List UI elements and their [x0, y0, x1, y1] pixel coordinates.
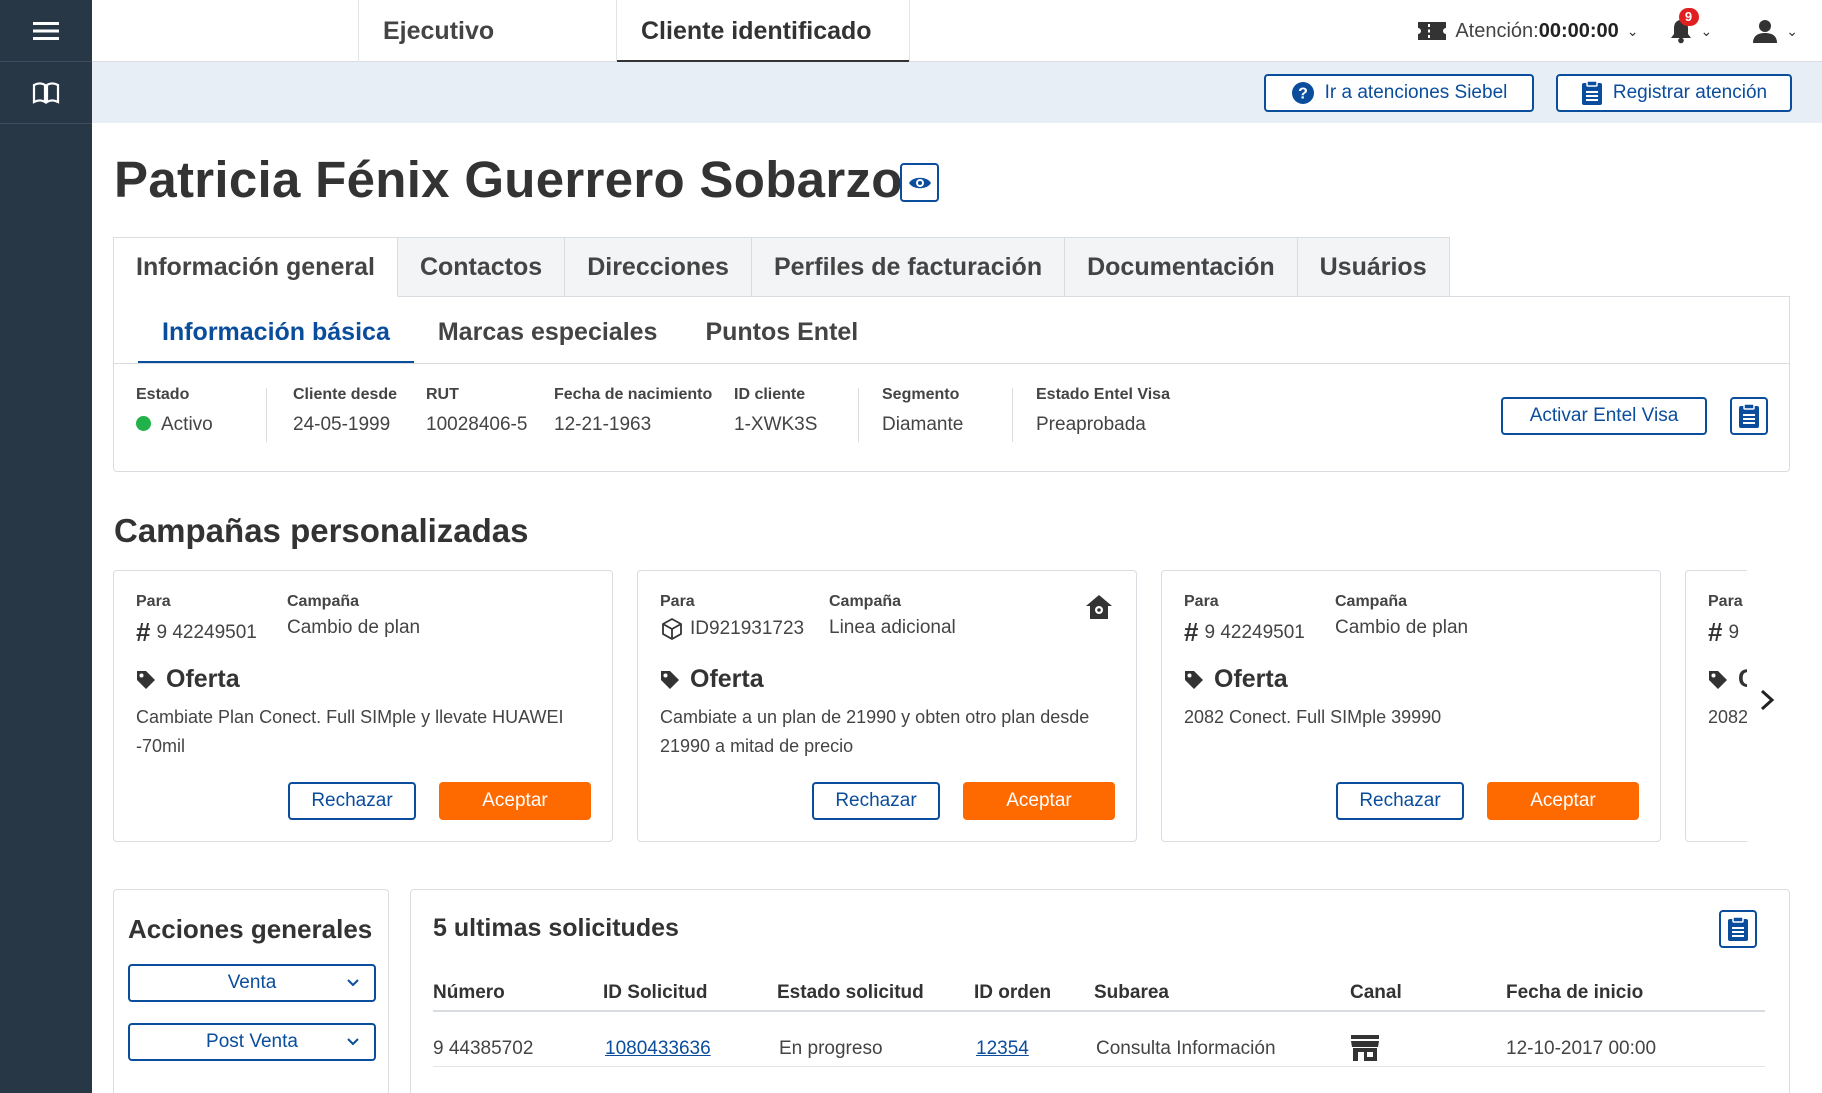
tab-documentacion[interactable]: Documentación: [1065, 237, 1298, 297]
solicitud-link[interactable]: 1080433636: [605, 1038, 711, 1060]
ticket-icon: [1418, 22, 1447, 40]
help-circle-icon: ?: [1291, 82, 1314, 104]
svg-text:?: ?: [1298, 86, 1308, 103]
clipboard-icon: [1739, 403, 1759, 428]
sub-tabs: Información básica Marcas especiales Pun…: [138, 310, 882, 364]
venta-select[interactable]: Venta: [128, 964, 376, 1002]
divider: [433, 1010, 1765, 1012]
solicitudes-panel: 5 ultimas solicitudes Número ID Solicitu…: [410, 889, 1790, 1093]
divider: [858, 388, 859, 442]
rechazar-button[interactable]: Rechazar: [288, 782, 416, 820]
hash-icon: #: [1708, 617, 1723, 647]
chevron-down-icon: ⌄: [1786, 22, 1798, 39]
info-id-cliente: ID cliente 1-XWK3S: [734, 386, 818, 435]
notifications-button[interactable]: 9 ⌄: [1669, 8, 1713, 44]
siebel-button[interactable]: ? Ir a atenciones Siebel: [1264, 74, 1534, 112]
chevron-down-icon: ⌄: [1626, 22, 1639, 39]
info-estado: Estado Activo: [136, 386, 213, 435]
rechazar-button[interactable]: Rechazar: [812, 782, 940, 820]
left-rail: [0, 0, 92, 1093]
tab-direcciones[interactable]: Direcciones: [565, 237, 752, 297]
atencion-timer[interactable]: Atención: 00:00:00 ⌄: [1417, 19, 1639, 43]
tab-perfiles-facturacion[interactable]: Perfiles de facturación: [751, 237, 1066, 297]
status-dot: [136, 416, 151, 431]
clipboard-button[interactable]: [1730, 397, 1768, 435]
info-panel: Información básica Marcas especiales Pun…: [113, 296, 1790, 472]
subtab-informacion-basica[interactable]: Información básica: [138, 310, 414, 364]
tab-contactos[interactable]: Contactos: [397, 237, 566, 297]
hash-icon: #: [1184, 617, 1199, 647]
divider: [114, 363, 1789, 364]
clipboard-icon: [1581, 80, 1602, 105]
tag-icon: [1709, 670, 1727, 689]
action-bar: ? Ir a atenciones Siebel Registrar atenc…: [92, 62, 1822, 123]
column-header[interactable]: Fecha de inicio: [1506, 982, 1643, 1004]
tag-icon: [1185, 670, 1203, 689]
info-segmento: Segmento Diamante: [882, 386, 964, 435]
tag-icon: [137, 670, 155, 689]
column-header[interactable]: Número: [433, 982, 505, 1004]
notification-badge: 9: [1678, 8, 1699, 26]
chevron-down-icon: [346, 1033, 360, 1055]
tab-ejecutivo[interactable]: Ejecutivo: [358, 0, 616, 62]
divider: [1012, 388, 1013, 442]
campaign-card: Para # 9 C 2082: [1685, 570, 1747, 842]
info-rut: RUT 10028406-5: [426, 386, 528, 435]
user-menu[interactable]: ⌄: [1752, 18, 1798, 44]
package-icon: [662, 618, 682, 640]
campaign-card: Para Campaña # 9 42249501 Cambio de plan…: [1161, 570, 1661, 842]
subtab-puntos-entel[interactable]: Puntos Entel: [681, 310, 882, 364]
top-bar: Ejecutivo Cliente identificado Atención:…: [92, 0, 1822, 63]
aceptar-button[interactable]: Aceptar: [1487, 782, 1639, 820]
guide-button[interactable]: [0, 62, 92, 124]
orden-link[interactable]: 12354: [976, 1038, 1029, 1060]
rechazar-button[interactable]: Rechazar: [1336, 782, 1464, 820]
subtab-marcas-especiales[interactable]: Marcas especiales: [414, 310, 682, 364]
column-header[interactable]: Canal: [1350, 982, 1402, 1004]
user-icon: [1753, 20, 1778, 43]
info-cliente-desde: Cliente desde 24-05-1999: [293, 386, 398, 435]
view-details-button[interactable]: [900, 163, 939, 202]
acciones-generales-panel: Acciones generales Venta Post Venta: [113, 889, 389, 1093]
clipboard-button[interactable]: [1719, 910, 1757, 948]
column-header[interactable]: Estado solicitud: [777, 982, 924, 1004]
tab-cliente-identificado[interactable]: Cliente identificado: [616, 0, 910, 63]
chevron-down-icon: ⌄: [1700, 22, 1713, 39]
info-fecha-nacimiento: Fecha de nacimiento 12-21-1963: [554, 386, 713, 435]
store-icon: [1350, 1034, 1380, 1068]
campaign-card: Para Campaña # 9 42249501 Cambio de plan…: [113, 570, 613, 842]
aceptar-button[interactable]: Aceptar: [963, 782, 1115, 820]
campaign-card: Para Campaña ID921931723 Linea adicional…: [637, 570, 1137, 842]
client-name: Patricia Fénix Guerrero Sobarzo: [114, 151, 903, 208]
aceptar-button[interactable]: Aceptar: [439, 782, 591, 820]
carousel-next-button[interactable]: [1758, 686, 1776, 720]
column-header[interactable]: ID orden: [974, 982, 1051, 1004]
hamburger-icon: [33, 21, 59, 40]
main-tabs: Información general Contactos Direccione…: [113, 237, 1450, 297]
activar-visa-button[interactable]: Activar Entel Visa: [1501, 397, 1707, 435]
hash-icon: #: [136, 617, 151, 647]
status-value: Activo: [161, 414, 213, 435]
menu-button[interactable]: [0, 0, 92, 62]
chevron-right-icon: [1760, 689, 1775, 711]
registrar-atencion-button[interactable]: Registrar atención: [1556, 74, 1792, 112]
column-header[interactable]: ID Solicitud: [603, 982, 708, 1004]
campaigns-carousel: Para Campaña # 9 42249501 Cambio de plan…: [113, 570, 1747, 844]
campaigns-title: Campañas personalizadas: [114, 512, 529, 549]
home-alert-icon: [1084, 593, 1114, 626]
column-header[interactable]: Subarea: [1094, 982, 1169, 1004]
eye-icon: [908, 177, 931, 188]
post-venta-select[interactable]: Post Venta: [128, 1023, 376, 1061]
book-open-icon: [32, 81, 60, 104]
divider: [433, 1066, 1765, 1067]
chevron-down-icon: [346, 974, 360, 996]
tag-icon: [661, 670, 679, 689]
clipboard-icon: [1728, 916, 1748, 941]
info-estado-visa: Estado Entel Visa Preaprobada: [1036, 386, 1170, 435]
tab-usuarios[interactable]: Usuários: [1297, 237, 1450, 297]
divider: [266, 388, 267, 442]
tab-informacion-general[interactable]: Información general: [113, 237, 398, 297]
